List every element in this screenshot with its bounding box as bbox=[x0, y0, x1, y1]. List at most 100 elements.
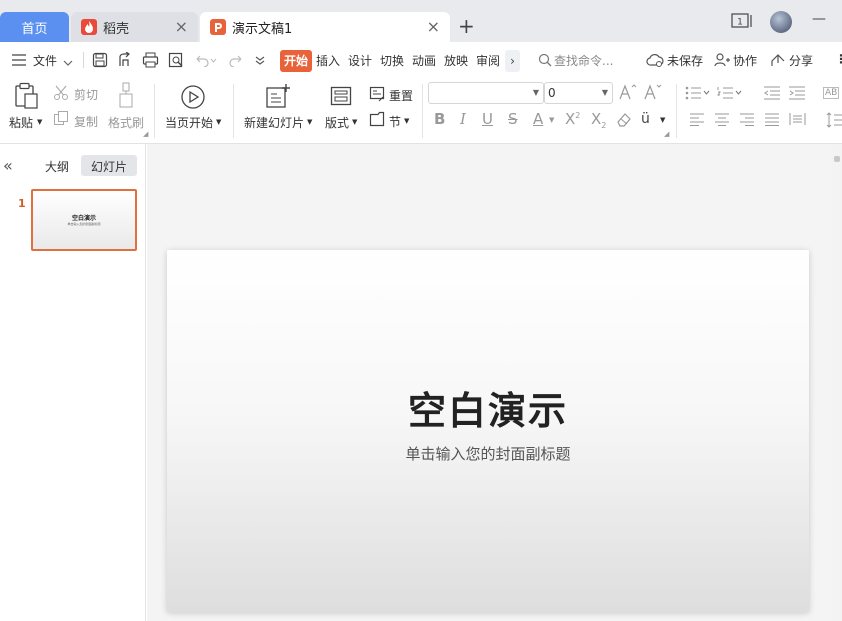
increase-indent-icon[interactable] bbox=[788, 86, 806, 103]
slide-subtitle-placeholder[interactable]: 单击输入您的封面副标题 bbox=[167, 443, 809, 464]
font-launcher-icon[interactable]: ◢ bbox=[664, 130, 669, 138]
menu-tab-design[interactable]: 设计 bbox=[348, 52, 372, 69]
tab-home[interactable]: 首页 bbox=[0, 12, 69, 42]
tab-bar: 首页 稻壳 × 演示文稿1 × + 1 — bbox=[0, 0, 842, 42]
reset-button[interactable]: 重置 bbox=[389, 87, 413, 104]
menu-tab-animation[interactable]: 动画 bbox=[412, 52, 436, 69]
tab-slides[interactable]: 幻灯片 bbox=[81, 155, 137, 176]
bold-icon[interactable]: B bbox=[434, 110, 445, 128]
menu-tab-start[interactable]: 开始 bbox=[280, 50, 312, 72]
tab-document[interactable]: 演示文稿1 × bbox=[200, 12, 450, 42]
phonetic-dropdown-icon[interactable]: ▼ bbox=[660, 116, 665, 124]
print-icon[interactable] bbox=[142, 52, 159, 71]
section-icon[interactable] bbox=[369, 111, 385, 130]
user-avatar[interactable] bbox=[770, 11, 792, 33]
docer-logo-icon bbox=[81, 19, 97, 35]
menu-bar: 文件 开始 插入 设计 切换 动画 放映 审阅 › 查找命令... 未保存 协作 bbox=[0, 42, 842, 78]
play-dropdown-icon[interactable]: ▼ bbox=[216, 118, 221, 126]
redo-icon[interactable] bbox=[228, 53, 244, 70]
decrease-indent-icon[interactable] bbox=[763, 86, 781, 103]
window-switch-button[interactable]: 1 bbox=[731, 13, 753, 32]
font-size-select[interactable]: 0 ▼ bbox=[544, 82, 613, 104]
subscript-icon[interactable]: X2 bbox=[591, 110, 606, 130]
tab-docer-close-icon[interactable]: × bbox=[175, 19, 188, 35]
scrollbar-thumb[interactable] bbox=[834, 156, 840, 162]
tab-document-close-icon[interactable]: × bbox=[427, 19, 440, 35]
tab-home-label: 首页 bbox=[21, 21, 48, 37]
align-center-icon[interactable] bbox=[714, 113, 730, 129]
align-left-icon[interactable] bbox=[689, 113, 705, 129]
section-button[interactable]: 节 bbox=[389, 113, 401, 130]
underline-icon[interactable]: U bbox=[482, 110, 493, 128]
increase-font-size-icon[interactable] bbox=[619, 84, 637, 103]
superscript-icon[interactable]: X2 bbox=[565, 110, 580, 128]
cut-icon[interactable] bbox=[53, 85, 69, 104]
minimize-button[interactable]: — bbox=[812, 11, 826, 27]
paste-icon[interactable] bbox=[14, 82, 40, 113]
slide-thumbnail[interactable]: 空白演示 单击输入您的封面副标题 bbox=[31, 189, 137, 251]
menu-tab-insert[interactable]: 插入 bbox=[316, 52, 340, 69]
new-slide-button[interactable]: 新建幻灯片 bbox=[244, 114, 304, 131]
copy-button[interactable]: 复制 bbox=[74, 113, 98, 130]
tab-docer[interactable]: 稻壳 × bbox=[71, 12, 198, 42]
font-color-dropdown-icon[interactable]: ▼ bbox=[549, 116, 554, 124]
play-from-current-icon[interactable] bbox=[180, 84, 206, 113]
menu-tab-transition[interactable]: 切换 bbox=[380, 52, 404, 69]
numbered-list-icon[interactable] bbox=[717, 86, 743, 103]
phonetic-guide-icon[interactable]: ü bbox=[641, 111, 650, 127]
distribute-icon[interactable] bbox=[789, 112, 806, 129]
slide[interactable]: 空白演示 单击输入您的封面副标题 bbox=[167, 250, 809, 612]
decrease-font-size-icon[interactable] bbox=[644, 84, 662, 103]
cut-button[interactable]: 剪切 bbox=[74, 86, 98, 103]
paste-dropdown-icon[interactable]: ▼ bbox=[37, 118, 42, 126]
presentation-file-icon bbox=[210, 19, 226, 35]
play-from-current-button[interactable]: 当页开始 bbox=[165, 114, 213, 131]
clipboard-launcher-icon[interactable]: ◢ bbox=[143, 130, 148, 138]
layout-dropdown-icon[interactable]: ▼ bbox=[352, 118, 357, 126]
new-slide-dropdown-icon[interactable]: ▼ bbox=[307, 118, 312, 126]
line-spacing-icon[interactable] bbox=[826, 112, 842, 131]
vertical-scrollbar[interactable] bbox=[831, 144, 842, 621]
more-options-icon[interactable]: ⋮ bbox=[835, 52, 842, 66]
bullet-list-icon[interactable] bbox=[685, 86, 711, 103]
file-chevron-down-icon[interactable] bbox=[63, 56, 73, 70]
layout-icon[interactable] bbox=[330, 86, 352, 109]
strikethrough-icon[interactable]: S bbox=[508, 110, 518, 128]
menu-tab-slideshow[interactable]: 放映 bbox=[444, 52, 468, 69]
share-button[interactable]: 分享 bbox=[789, 52, 813, 69]
section-dropdown-icon[interactable]: ▼ bbox=[404, 117, 409, 125]
format-painter-icon[interactable] bbox=[117, 82, 135, 111]
font-name-select[interactable]: ▼ bbox=[428, 82, 544, 104]
paste-button[interactable]: 粘贴 bbox=[9, 114, 33, 131]
clear-format-eraser-icon[interactable] bbox=[616, 112, 632, 130]
menu-file[interactable]: 文件 bbox=[33, 52, 57, 69]
tab-outline[interactable]: 大纲 bbox=[45, 158, 69, 175]
collapse-pane-icon[interactable]: « bbox=[3, 156, 13, 175]
menu-tab-review[interactable]: 审阅 bbox=[476, 52, 500, 69]
print-preview-icon[interactable] bbox=[168, 52, 185, 71]
menu-more-arrow-button[interactable]: › bbox=[505, 50, 520, 72]
layout-button[interactable]: 版式 bbox=[325, 114, 349, 131]
export-icon[interactable] bbox=[117, 51, 133, 71]
thumbnail-subtitle: 单击输入您的封面副标题 bbox=[67, 222, 101, 226]
quick-access-dropdown-icon[interactable] bbox=[255, 54, 265, 68]
save-icon[interactable] bbox=[92, 52, 108, 71]
reset-icon[interactable] bbox=[369, 86, 385, 105]
align-right-icon[interactable] bbox=[739, 113, 755, 129]
collaborate-button[interactable]: 协作 bbox=[733, 52, 757, 69]
hamburger-menu-icon[interactable] bbox=[12, 54, 26, 69]
command-search-input[interactable]: 查找命令... bbox=[554, 52, 613, 69]
undo-icon[interactable] bbox=[194, 53, 218, 70]
slide-title-placeholder[interactable]: 空白演示 bbox=[167, 380, 809, 435]
text-box-icon[interactable]: AB bbox=[823, 87, 840, 99]
font-color-icon[interactable]: A bbox=[533, 110, 543, 128]
unsaved-status[interactable]: 未保存 bbox=[667, 52, 703, 69]
format-painter-button[interactable]: 格式刷 bbox=[108, 114, 144, 131]
new-slide-icon[interactable] bbox=[265, 83, 291, 112]
tab-document-label: 演示文稿1 bbox=[232, 21, 293, 37]
new-tab-button[interactable]: + bbox=[458, 14, 475, 38]
copy-icon[interactable] bbox=[53, 110, 69, 129]
justify-icon[interactable] bbox=[764, 113, 780, 129]
italic-icon[interactable]: I bbox=[460, 110, 466, 128]
tab-slides-label: 幻灯片 bbox=[91, 160, 128, 174]
